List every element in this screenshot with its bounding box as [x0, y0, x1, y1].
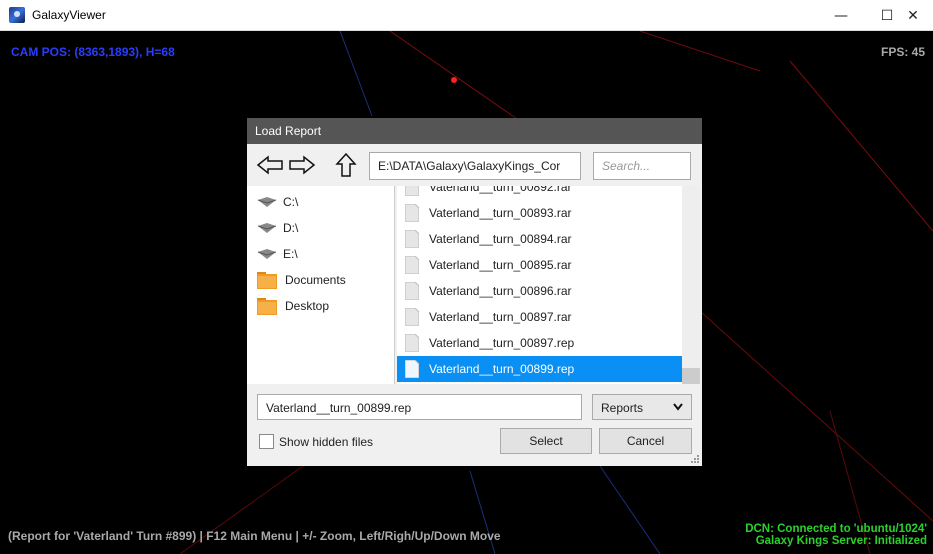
resize-grip-icon[interactable] [690, 454, 700, 464]
search-input[interactable]: Search... [593, 152, 691, 180]
dcn-status: DCN: Connected to 'ubuntu/1024' [745, 523, 927, 535]
back-button[interactable] [255, 150, 285, 180]
arrow-right-icon [289, 155, 316, 175]
file-name: Vaterland__turn_00896.rar [429, 284, 572, 298]
location-label: C:\ [283, 195, 299, 209]
load-report-dialog: Load Report E:\DATA\Galaxy\GalaxyKings_C… [247, 118, 702, 466]
drive-icon [257, 223, 277, 233]
file-row[interactable]: Vaterland__turn_00897.rar [397, 304, 682, 330]
location-label: E:\ [283, 247, 298, 261]
status-bar: (Report for 'Vaterland' Turn #899) | F12… [8, 529, 501, 543]
file-row[interactable]: Vaterland__turn_00893.rar [397, 200, 682, 226]
galaxy-app-icon [9, 7, 25, 23]
star-marker[interactable] [451, 77, 457, 83]
location-label: Desktop [285, 299, 330, 313]
route-line [699, 310, 933, 522]
file-name: Vaterland__turn_00899.rep [429, 362, 575, 376]
file-name: Vaterland__turn_00895.rar [429, 258, 572, 272]
file-icon [405, 308, 419, 326]
drive-icon [257, 249, 277, 259]
file-icon [405, 204, 419, 222]
arrow-up-icon [335, 152, 357, 177]
dialog-title[interactable]: Load Report [247, 118, 702, 144]
locations-pane[interactable]: C:\ D:\ E:\ Documents Desktop [247, 186, 395, 384]
up-button[interactable] [331, 150, 361, 180]
filename-field[interactable]: Vaterland__turn_00899.rep [257, 394, 582, 420]
location-item-e[interactable]: E:\ [257, 244, 298, 264]
forward-button[interactable] [287, 150, 317, 180]
chevron-down-icon [673, 403, 683, 411]
title-bar[interactable]: GalaxyViewer — ☐ ✕ [0, 0, 933, 31]
file-row-selected[interactable]: Vaterland__turn_00899.rep [397, 356, 682, 382]
connection-status: DCN: Connected to 'ubuntu/1024' Galaxy K… [745, 523, 927, 547]
window-title: GalaxyViewer [32, 8, 106, 22]
file-list-scrollbar[interactable] [682, 186, 700, 384]
file-row[interactable]: Vaterland__turn_00894.rar [397, 226, 682, 252]
file-icon [405, 256, 419, 274]
location-label: D:\ [283, 221, 299, 235]
route-line [789, 60, 933, 232]
location-item-d[interactable]: D:\ [257, 218, 298, 238]
location-item-desktop[interactable]: Desktop [257, 296, 329, 316]
location-item-documents[interactable]: Documents [257, 270, 346, 290]
file-name: Vaterland__turn_00892.rar [429, 186, 572, 194]
scrollbar-thumb[interactable] [682, 368, 700, 384]
file-icon [405, 334, 419, 352]
route-line [389, 31, 521, 122]
filetype-select[interactable]: Reports [592, 394, 692, 420]
path-field[interactable]: E:\DATA\Galaxy\GalaxyKings_Cor [369, 152, 581, 180]
file-icon [405, 186, 419, 196]
file-row[interactable]: Vaterland__turn_00895.rar [397, 252, 682, 278]
folder-icon [257, 298, 277, 315]
server-status: Galaxy Kings Server: Initialized [755, 535, 927, 547]
close-button[interactable]: ✕ [893, 0, 933, 31]
file-name: Vaterland__turn_00894.rar [429, 232, 572, 246]
navigation-row: E:\DATA\Galaxy\GalaxyKings_Cor Search... [247, 144, 702, 184]
route-line [599, 465, 661, 554]
select-button[interactable]: Select [500, 428, 592, 454]
cancel-button[interactable]: Cancel [599, 428, 692, 454]
show-hidden-label: Show hidden files [279, 434, 374, 449]
file-icon [405, 230, 419, 248]
file-row[interactable]: Vaterland__turn_00897.rep [397, 330, 682, 356]
arrow-left-icon [256, 155, 283, 175]
file-name: Vaterland__turn_00897.rar [429, 310, 572, 324]
show-hidden-checkbox[interactable]: Show hidden files [259, 434, 373, 449]
drive-icon [257, 197, 277, 207]
location-label: Documents [285, 273, 346, 287]
route-line [639, 31, 761, 72]
minimize-button[interactable]: — [818, 0, 864, 31]
file-list[interactable]: Vaterland__turn_00892.rar Vaterland__tur… [397, 186, 682, 384]
filetype-value: Reports [601, 401, 644, 415]
file-row[interactable]: Vaterland__turn_00892.rar [397, 186, 682, 200]
file-row[interactable]: Vaterland__turn_00896.rar [397, 278, 682, 304]
app-window: GalaxyViewer — ☐ ✕ CAM POS: (8363,1893),… [0, 0, 933, 554]
file-icon [405, 282, 419, 300]
fps-counter: FPS: 45 [880, 45, 925, 59]
location-item-c[interactable]: C:\ [257, 192, 298, 212]
file-name: Vaterland__turn_00897.rep [429, 336, 575, 350]
folder-icon [257, 272, 277, 289]
checkbox-box[interactable] [259, 434, 274, 449]
file-name: Vaterland__turn_00893.rar [429, 206, 572, 220]
camera-position: CAM POS: (8363,1893), H=68 [11, 45, 175, 59]
file-icon [405, 360, 419, 378]
route-line [339, 31, 373, 117]
